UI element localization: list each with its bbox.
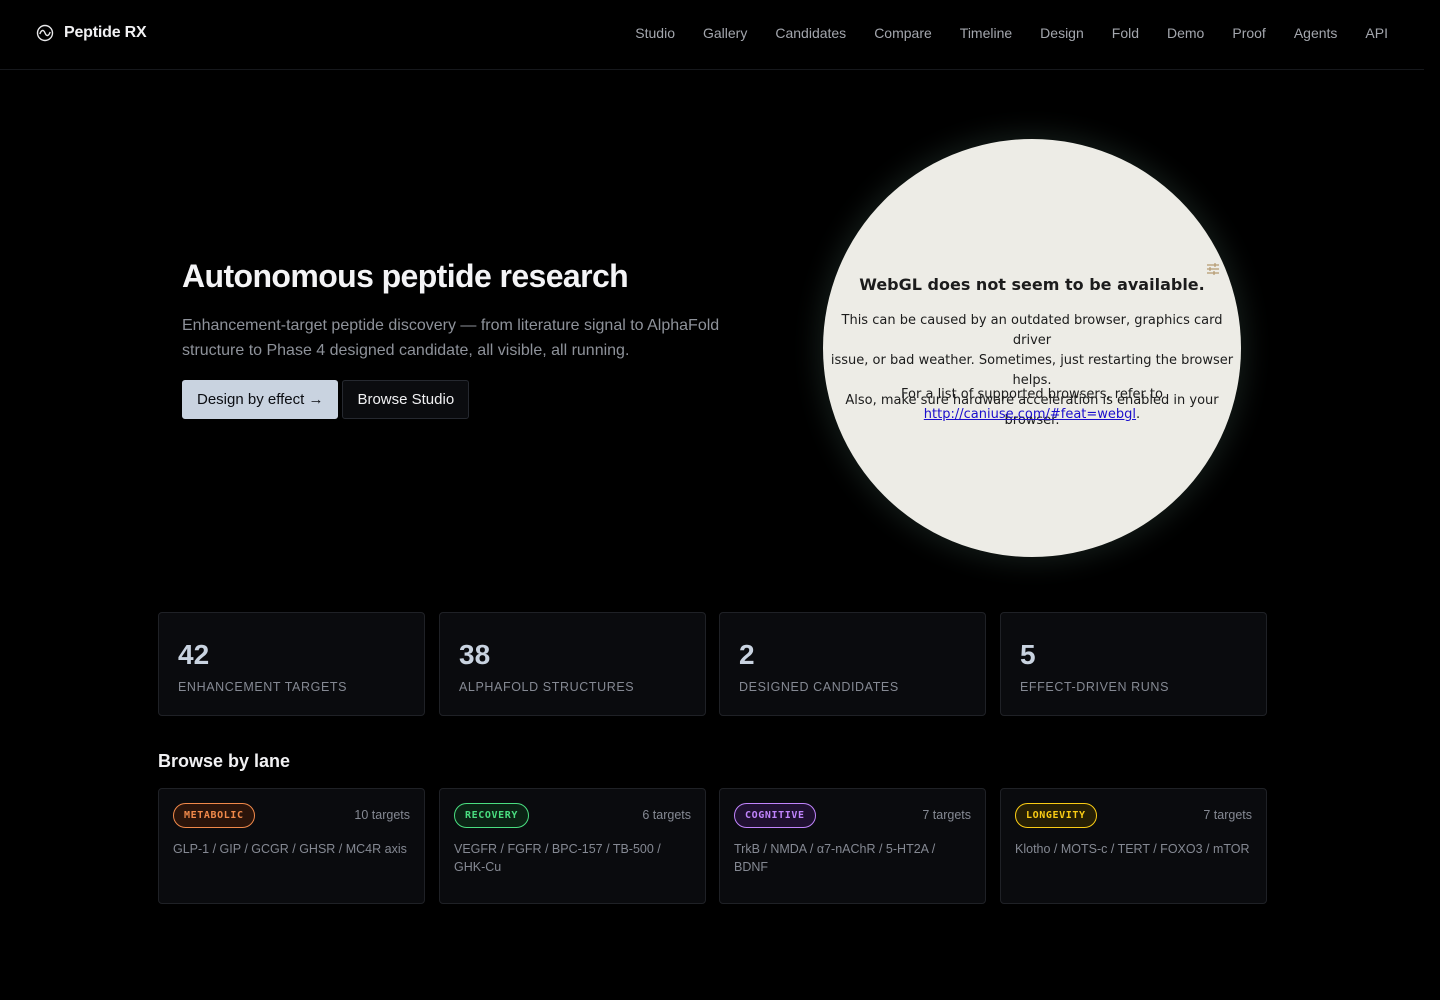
nav-demo[interactable]: Demo xyxy=(1167,25,1204,41)
lane-targets: TrkB / NMDA / α7-nAChR / 5-HT2A / BDNF xyxy=(734,842,936,874)
stat-value: 5 xyxy=(1020,639,1036,670)
browse-by-lane-heading: Browse by lane xyxy=(158,751,291,771)
stat-label: DESIGNED CANDIDATES xyxy=(739,680,899,694)
nav-studio[interactable]: Studio xyxy=(635,25,675,41)
nav-timeline[interactable]: Timeline xyxy=(960,25,1012,41)
lane-targets: VEGFR / FGFR / BPC-157 / TB-500 / GHK-Cu xyxy=(454,842,661,874)
stat-label: EFFECT-DRIVEN RUNS xyxy=(1020,680,1170,694)
webgl-reference: For a list of supported browsers, refer … xyxy=(823,385,1241,425)
stat-card-candidates: 2 DESIGNED CANDIDATES xyxy=(719,612,986,716)
stat-value: 2 xyxy=(739,639,755,670)
stat-card-targets: 42 ENHANCEMENT TARGETS xyxy=(158,612,425,716)
hero-title: Autonomous peptide research xyxy=(182,258,629,294)
lane-count: 10 targets xyxy=(354,808,410,822)
logo-icon xyxy=(36,24,54,42)
stat-value: 42 xyxy=(178,639,210,670)
globe-viewer[interactable]: WebGL does not seem to be available. Thi… xyxy=(823,139,1241,557)
lane-count: 6 targets xyxy=(642,808,691,822)
brand[interactable]: Peptide RX xyxy=(36,24,147,42)
lane-targets: Klotho / MOTS-c / TERT / FOXO3 / mTOR xyxy=(1015,842,1250,856)
lane-card-metabolic[interactable]: METABOLIC 10 targets GLP-1 / GIP / GCGR … xyxy=(158,788,425,904)
brand-name: Peptide RX xyxy=(64,24,147,41)
lane-count: 7 targets xyxy=(1203,808,1252,822)
webgl-ref-text: For a list of supported browsers, refer … xyxy=(901,387,1163,402)
lane-targets: GLP-1 / GIP / GCGR / GHSR / MC4R axis xyxy=(173,842,407,856)
webgl-error-title: WebGL does not seem to be available. xyxy=(859,275,1205,294)
lane-card-cognitive[interactable]: COGNITIVE 7 targets TrkB / NMDA / α7-nAC… xyxy=(719,788,986,904)
link-suffix: . xyxy=(1136,407,1141,422)
nav-fold[interactable]: Fold xyxy=(1112,25,1139,41)
nav-proof[interactable]: Proof xyxy=(1232,25,1265,41)
stat-card-runs: 5 EFFECT-DRIVEN RUNS xyxy=(1000,612,1267,716)
nav-compare[interactable]: Compare xyxy=(874,25,932,41)
nav-candidates[interactable]: Candidates xyxy=(775,25,846,41)
browse-studio-button[interactable]: Browse Studio xyxy=(342,380,470,419)
nav-gallery[interactable]: Gallery xyxy=(703,25,747,41)
webgl-ref-link-row: http://caniuse.com/#feat=webgl. xyxy=(823,405,1241,425)
lane-count: 7 targets xyxy=(922,808,971,822)
lane-badge: RECOVERY xyxy=(454,803,529,828)
stat-value: 38 xyxy=(459,639,491,670)
design-by-effect-button[interactable]: Design by effect → xyxy=(182,380,339,419)
nav-api[interactable]: API xyxy=(1365,25,1388,41)
nav-agents[interactable]: Agents xyxy=(1294,25,1338,41)
hero-actions: Design by effect → Browse Studio xyxy=(182,380,470,419)
lane-badge: LONGEVITY xyxy=(1015,803,1097,828)
caniuse-link[interactable]: http://caniuse.com/#feat=webgl xyxy=(924,407,1136,422)
top-header: Peptide RX Studio Gallery Candidates Com… xyxy=(0,0,1424,70)
nav-design[interactable]: Design xyxy=(1040,25,1084,41)
lane-badge: METABOLIC xyxy=(173,803,255,828)
main-nav: Studio Gallery Candidates Compare Timeli… xyxy=(635,25,1388,41)
lane-badge: COGNITIVE xyxy=(734,803,816,828)
lane-card-recovery[interactable]: RECOVERY 6 targets VEGFR / FGFR / BPC-15… xyxy=(439,788,706,904)
stat-label: ENHANCEMENT TARGETS xyxy=(178,680,348,694)
stat-card-structures: 38 ALPHAFOLD STRUCTURES xyxy=(439,612,706,716)
webgl-desc-line: This can be caused by an outdated browse… xyxy=(841,313,1223,348)
lane-card-longevity[interactable]: LONGEVITY 7 targets Klotho / MOTS-c / TE… xyxy=(1000,788,1267,904)
stat-label: ALPHAFOLD STRUCTURES xyxy=(459,680,635,694)
hero-subtitle: Enhancement-target peptide discovery — f… xyxy=(182,317,720,359)
